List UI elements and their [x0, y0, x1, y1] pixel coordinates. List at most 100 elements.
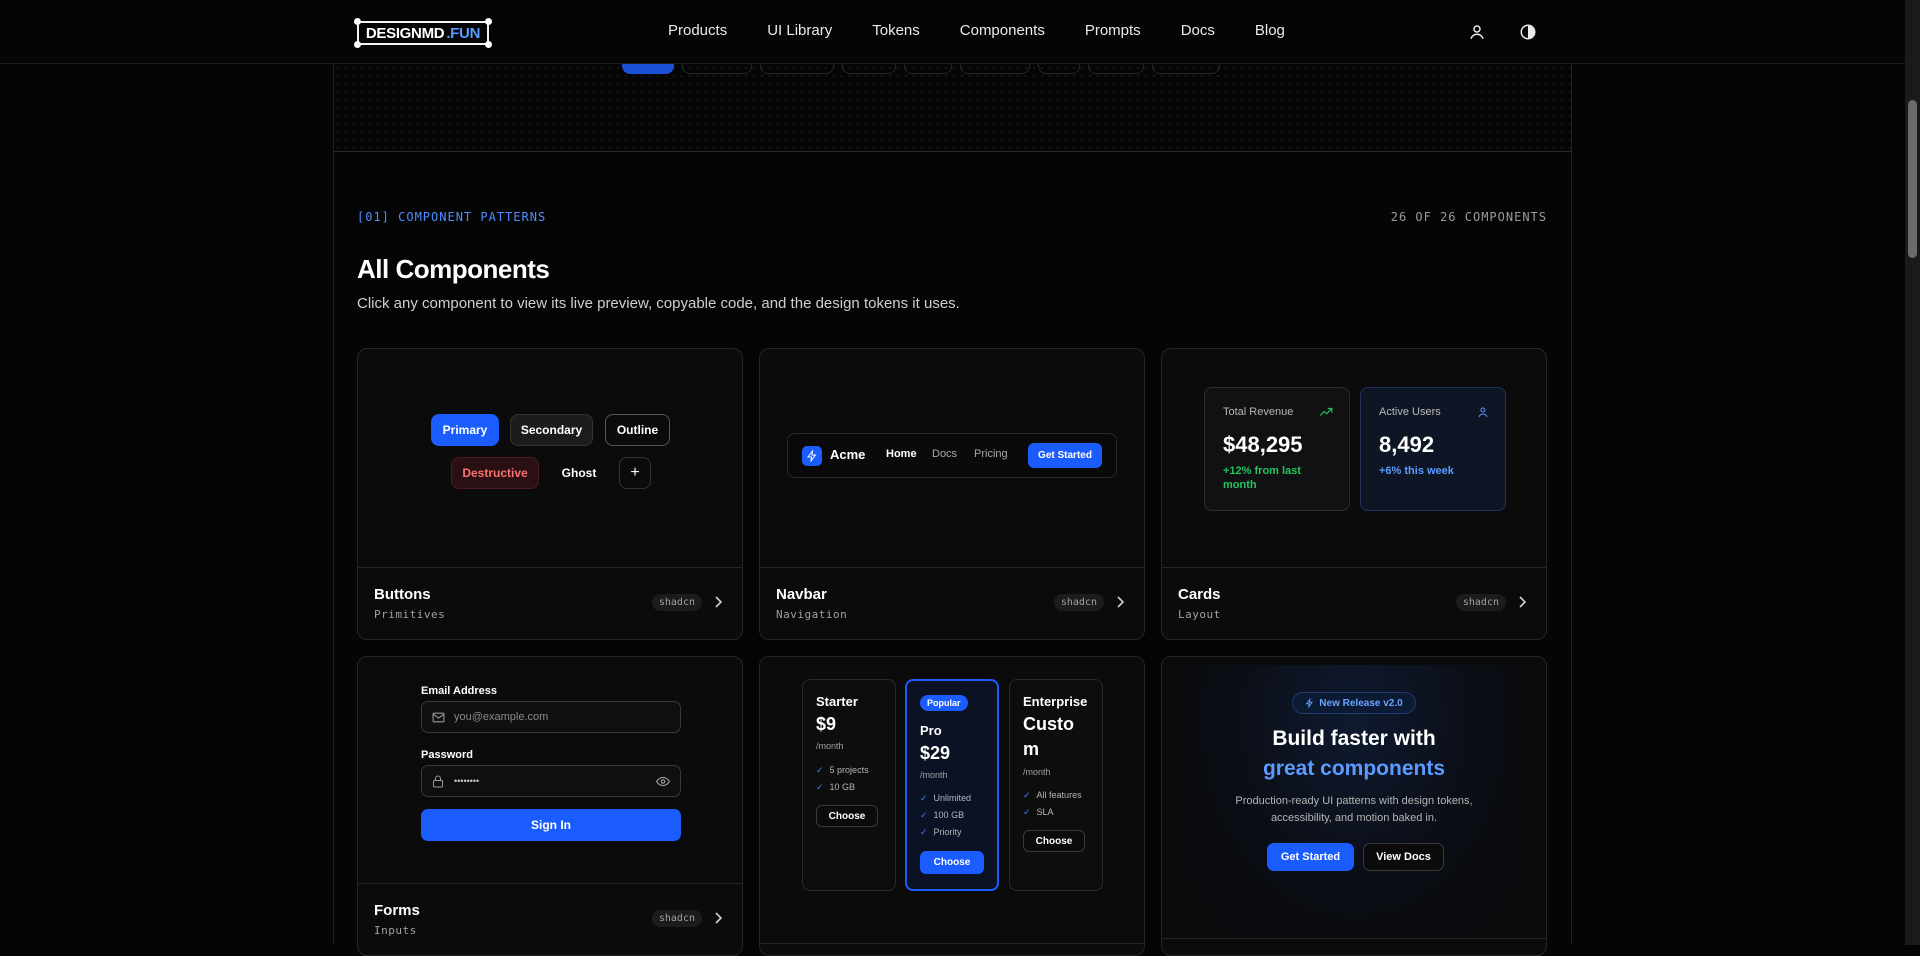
nav-link-ui-library[interactable]: UI Library: [767, 22, 832, 39]
component-card-hero[interactable]: New Release v2.0 Build faster with great…: [1161, 656, 1547, 956]
component-card-navbar[interactable]: Acme Home Docs Pricing Get Started Navba…: [759, 348, 1145, 640]
hero-desc-line-1: Production-ready UI patterns with design…: [1235, 795, 1473, 807]
trend-up-icon: [1319, 407, 1333, 416]
destructive-button[interactable]: Destructive: [451, 457, 539, 489]
primary-button[interactable]: Primary: [431, 414, 499, 446]
card-footer: Forms Inputs shadcn: [358, 884, 742, 955]
email-field[interactable]: you@example.com: [421, 701, 681, 733]
choose-plan-button[interactable]: Choose: [1023, 830, 1085, 852]
icon-add-button[interactable]: +: [619, 457, 651, 489]
hero-tab[interactable]: [960, 64, 1030, 74]
component-card-pricing[interactable]: Starter $9 /month ✓ 5 projects ✓ 10 GB Cho…: [759, 656, 1145, 956]
stat-delta: +6% this week: [1379, 465, 1454, 477]
plan-feature: ✓ SLA: [1023, 807, 1054, 817]
contrast-icon[interactable]: [1518, 22, 1538, 42]
eye-icon[interactable]: [656, 776, 670, 787]
library-tag: shadcn: [1455, 594, 1506, 611]
main-nav: Products UI Library Tokens Components Pr…: [668, 22, 1325, 39]
check-icon: ✓: [1023, 807, 1031, 817]
page-subtitle: Click any component to view its live pre…: [357, 295, 960, 312]
popular-badge: Popular: [920, 695, 968, 711]
library-tag: shadcn: [1053, 594, 1104, 611]
hero-tab[interactable]: [622, 64, 674, 74]
card-preview: Starter $9 /month ✓ 5 projects ✓ 10 GB Cho…: [760, 657, 1144, 944]
plan-price: $9: [816, 714, 837, 734]
hero-tab[interactable]: [760, 64, 834, 74]
plan-name: Starter: [816, 694, 858, 709]
pricing-plan-pro: Popular Pro $29 /month ✓ Unlimited ✓ 100 G…: [905, 679, 999, 891]
hero-view-docs-button[interactable]: View Docs: [1363, 843, 1444, 871]
email-label: Email Address: [421, 685, 498, 697]
check-icon: ✓: [816, 782, 824, 792]
stat-value: $48,295: [1223, 432, 1303, 457]
hero-tab[interactable]: [904, 64, 952, 74]
component-card-buttons[interactable]: Primary Secondary Outline Destructive Gh…: [357, 348, 743, 640]
card-preview: Total Revenue $48,295 +12% from last mon…: [1162, 349, 1546, 568]
stat-label: Active Users: [1379, 406, 1441, 418]
hero-tab[interactable]: [842, 64, 896, 74]
chevron-right-icon: [715, 596, 723, 608]
component-card-cards[interactable]: Total Revenue $48,295 +12% from last mon…: [1161, 348, 1547, 640]
hero-get-started-button[interactable]: Get Started: [1267, 843, 1354, 871]
hero-tab[interactable]: [1088, 64, 1144, 74]
card-title: Navbar: [776, 586, 827, 603]
mini-nav-link-home[interactable]: Home: [886, 448, 917, 460]
password-field[interactable]: ••••••••: [421, 765, 681, 797]
nav-link-components[interactable]: Components: [960, 22, 1045, 39]
hero-tab[interactable]: [1152, 64, 1220, 74]
choose-plan-button[interactable]: Choose: [816, 805, 878, 827]
plan-name: Pro: [920, 723, 942, 738]
plan-feature: ✓ Priority: [920, 827, 962, 837]
password-label: Password: [421, 749, 473, 761]
user-icon: [1478, 407, 1488, 418]
card-category: Primitives: [374, 608, 446, 621]
plan-feature: ✓ Unlimited: [920, 793, 972, 803]
plan-period: /month: [920, 770, 948, 780]
site-logo[interactable]: DESIGNMD .FUN: [354, 18, 492, 48]
top-navbar: DESIGNMD .FUN Products UI Library Tokens …: [0, 0, 1905, 64]
secondary-button[interactable]: Secondary: [510, 414, 593, 446]
card-title: Cards: [1178, 586, 1221, 603]
nav-link-docs[interactable]: Docs: [1181, 22, 1215, 39]
mini-nav-link-docs[interactable]: Docs: [932, 448, 957, 460]
plan-name: Enterprise: [1023, 694, 1088, 709]
stat-card-revenue: Total Revenue $48,295 +12% from last mon…: [1204, 387, 1350, 511]
card-title: Forms: [374, 902, 420, 919]
email-placeholder: you@example.com: [454, 711, 549, 723]
plan-period: /month: [816, 741, 844, 751]
section-label: [01] COMPONENT PATTERNS: [357, 210, 547, 224]
card-preview: Acme Home Docs Pricing Get Started: [760, 349, 1144, 568]
plan-price-line-1: Custo: [1023, 714, 1074, 734]
mail-icon: [432, 712, 445, 723]
choose-plan-button[interactable]: Choose: [920, 851, 984, 874]
sign-in-button[interactable]: Sign In: [421, 809, 681, 841]
check-icon: ✓: [920, 810, 928, 820]
hero-tab[interactable]: [682, 64, 752, 74]
nav-link-blog[interactable]: Blog: [1255, 22, 1285, 39]
scrollbar-thumb[interactable]: [1908, 100, 1917, 258]
component-card-forms[interactable]: Email Address you@example.com Password •…: [357, 656, 743, 956]
release-badge: New Release v2.0: [1292, 692, 1416, 714]
logo-text: DESIGNMD: [365, 24, 445, 42]
nav-link-products[interactable]: Products: [668, 22, 727, 39]
outline-button[interactable]: Outline: [605, 414, 670, 446]
nav-link-prompts[interactable]: Prompts: [1085, 22, 1141, 39]
plan-feature: ✓ 10 GB: [816, 782, 856, 792]
hero-desc-line-2: accessibility, and motion baked in.: [1270, 812, 1438, 824]
ghost-button[interactable]: Ghost: [554, 457, 604, 489]
pricing-plan-starter: Starter $9 /month ✓ 5 projects ✓ 10 GB Cho…: [802, 679, 896, 891]
stat-label: Total Revenue: [1223, 406, 1294, 418]
user-icon[interactable]: [1467, 22, 1487, 42]
stat-delta: +12% from last month: [1223, 465, 1301, 491]
chevron-right-icon: [715, 912, 723, 924]
card-category: Navigation: [776, 608, 848, 621]
nav-link-tokens[interactable]: Tokens: [872, 22, 920, 39]
card-preview: Email Address you@example.com Password •…: [358, 657, 742, 884]
mini-nav-cta-button[interactable]: Get Started: [1028, 443, 1102, 468]
hero-tab[interactable]: [1038, 64, 1080, 74]
plan-feature: ✓ All features: [1023, 790, 1082, 800]
mini-nav-link-pricing[interactable]: Pricing: [974, 448, 1008, 460]
library-tag: shadcn: [651, 594, 702, 611]
bolt-icon: [802, 446, 822, 466]
mini-nav-brand: Acme: [830, 447, 866, 462]
